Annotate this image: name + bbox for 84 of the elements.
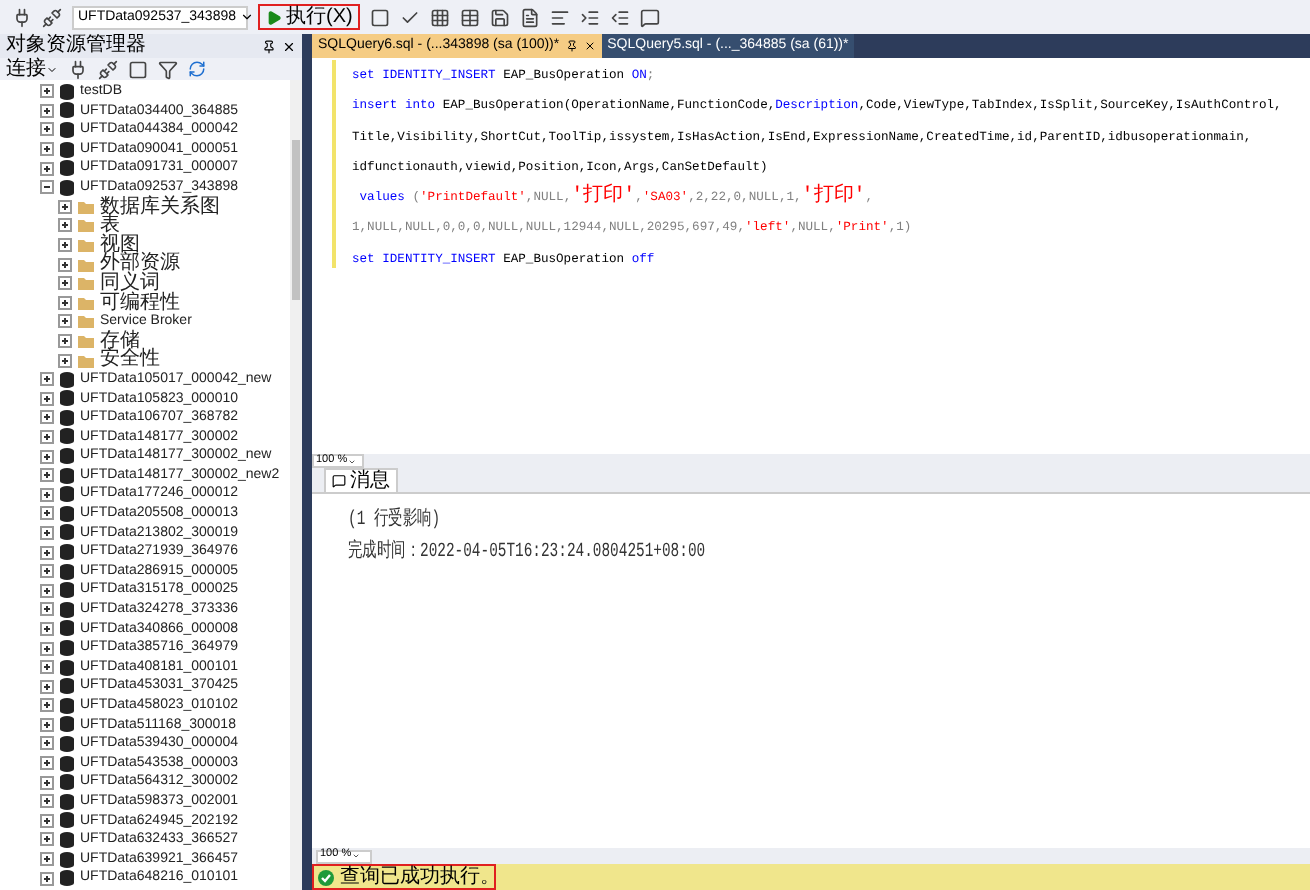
message-icon (332, 474, 346, 488)
tree-item[interactable]: 可编程性 (100, 293, 180, 313)
execute-button[interactable]: 执行(X) (258, 4, 361, 30)
tree-item[interactable]: 同义词 (100, 273, 160, 294)
expand-icon[interactable] (40, 487, 54, 502)
expand-icon[interactable] (40, 832, 54, 847)
expand-icon[interactable] (40, 813, 54, 828)
expand-icon[interactable] (58, 334, 72, 349)
refresh-icon[interactable] (188, 60, 206, 78)
expand-icon[interactable] (40, 161, 54, 176)
tree-item[interactable]: 表 (100, 216, 120, 236)
outdent-icon[interactable] (610, 7, 631, 27)
expand-icon[interactable] (40, 679, 54, 694)
tree-item[interactable]: 外部资源 (100, 254, 180, 274)
expand-icon[interactable] (58, 276, 72, 291)
tree-item[interactable]: 数据库关系图 (100, 197, 220, 217)
connect-button[interactable]: 连接 (6, 59, 58, 79)
expand-icon[interactable] (58, 257, 72, 272)
expand-icon[interactable] (58, 199, 72, 214)
scrollbar[interactable] (290, 80, 302, 890)
document-icon[interactable] (520, 7, 541, 27)
expand-icon[interactable] (40, 583, 54, 598)
panel-title: 对象资源管理器 (6, 36, 146, 56)
expand-icon[interactable] (40, 602, 54, 617)
expand-icon[interactable] (40, 756, 54, 771)
expand-icon[interactable] (58, 314, 72, 329)
plug-icon[interactable] (98, 59, 118, 79)
close-icon[interactable] (583, 40, 596, 52)
expand-icon[interactable] (40, 660, 54, 675)
table-icon[interactable] (460, 7, 481, 27)
expand-icon[interactable] (40, 775, 54, 790)
stop-icon[interactable] (370, 7, 391, 27)
expand-icon[interactable] (40, 621, 54, 636)
expand-icon[interactable] (40, 564, 54, 579)
play-icon (266, 9, 282, 25)
expand-icon[interactable] (40, 142, 54, 157)
tree-item[interactable]: 安全性 (100, 350, 160, 370)
tree-item[interactable]: 存储 (100, 331, 140, 351)
expand-icon[interactable] (40, 449, 54, 464)
plug-icon[interactable] (42, 7, 62, 27)
caret-icon (46, 63, 58, 75)
pin-icon[interactable] (565, 40, 578, 52)
stop-icon[interactable] (128, 59, 148, 79)
expand-icon[interactable] (40, 410, 54, 425)
comment-icon[interactable] (640, 7, 661, 27)
grid-icon[interactable] (430, 7, 451, 27)
results-tab[interactable]: 消息 (324, 468, 398, 492)
tree-item[interactable]: 视图 (100, 235, 140, 255)
caret-icon[interactable] (240, 10, 255, 24)
expand-icon[interactable] (40, 698, 54, 713)
pin-icon[interactable] (262, 39, 276, 53)
expand-icon[interactable] (40, 103, 54, 118)
status-text: 查询已成功执行。 (340, 867, 500, 887)
expand-icon[interactable] (40, 794, 54, 809)
expand-icon[interactable] (58, 353, 72, 368)
expand-icon[interactable] (40, 429, 54, 444)
collapse-icon[interactable] (40, 180, 54, 195)
message-text: 完成时间：2022-04-05T16:23:24.0804251+08:00 (348, 542, 708, 566)
expand-icon[interactable] (40, 372, 54, 387)
save-icon[interactable] (490, 7, 511, 27)
plug-icon[interactable] (68, 59, 88, 79)
expand-icon[interactable] (40, 122, 54, 137)
expand-icon[interactable] (40, 871, 54, 886)
expand-icon[interactable] (40, 506, 54, 521)
expand-icon[interactable] (40, 717, 54, 732)
expand-icon[interactable] (40, 736, 54, 751)
expand-icon[interactable] (40, 391, 54, 406)
expand-icon[interactable] (40, 852, 54, 867)
expand-icon[interactable] (40, 525, 54, 540)
expand-icon[interactable] (40, 84, 54, 99)
expand-icon[interactable] (58, 218, 72, 233)
expand-icon[interactable] (40, 641, 54, 656)
expand-icon[interactable] (58, 295, 72, 310)
expand-icon[interactable] (40, 468, 54, 483)
text-icon[interactable] (550, 7, 571, 27)
check-icon[interactable] (400, 7, 421, 27)
message-text: (1 行受影响) (348, 510, 443, 534)
expand-icon[interactable] (58, 238, 72, 253)
close-icon[interactable] (282, 39, 296, 53)
success-icon (318, 869, 334, 885)
filter-icon[interactable] (158, 59, 178, 79)
connect-icon[interactable] (12, 7, 32, 27)
expand-icon[interactable] (40, 545, 54, 560)
indent-icon[interactable] (580, 7, 601, 27)
